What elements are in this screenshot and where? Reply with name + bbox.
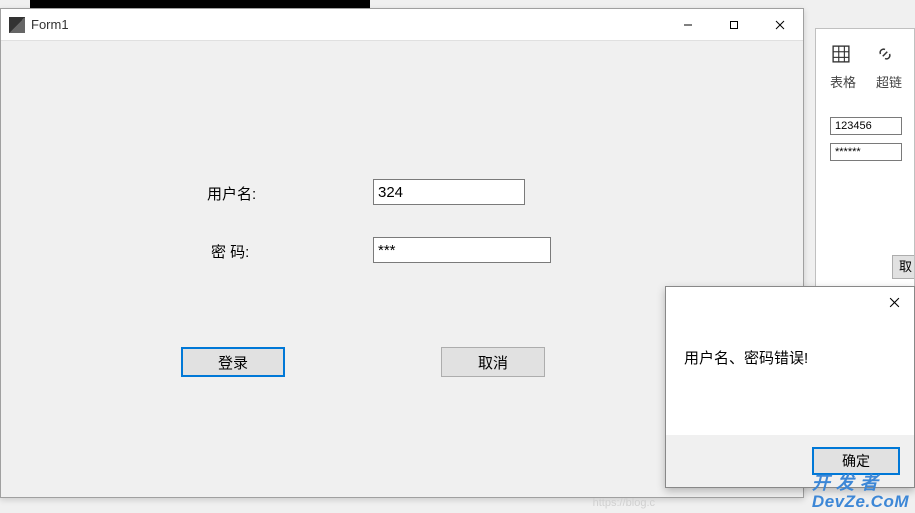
app-icon [9,17,25,33]
close-icon[interactable] [889,296,900,311]
msgbox-message: 用户名、密码错误! [666,319,914,368]
bg-partial-button[interactable]: 取 [892,255,914,279]
minimize-button[interactable] [665,9,711,41]
bg-field-2[interactable] [830,143,902,161]
ribbon-table-label[interactable]: 表格 [830,72,856,91]
ribbon-hyperlink-label[interactable]: 超链 [876,72,902,91]
faint-url-watermark: https://blog.c [593,497,655,509]
maximize-button[interactable] [711,9,757,41]
login-button[interactable]: 登录 [181,347,285,377]
cancel-button[interactable]: 取消 [441,347,545,377]
background-ribbon-panel: 表格 超链 取 [815,28,915,288]
close-button[interactable] [757,9,803,41]
username-input[interactable] [373,179,525,205]
watermark-line2: DevZe.CoM [812,493,909,511]
titlebar[interactable]: Form1 [1,9,803,41]
username-label: 用户名: [207,183,256,204]
window-title: Form1 [31,17,665,32]
password-input[interactable] [373,237,551,263]
msgbox-ok-button[interactable]: 确定 [812,447,900,475]
bg-field-1[interactable] [830,117,902,135]
password-label: 密 码: [211,241,249,262]
error-messagebox: 用户名、密码错误! 确定 [665,286,915,488]
hyperlink-icon[interactable] [876,45,894,68]
msgbox-titlebar[interactable] [666,287,914,319]
table-icon[interactable] [832,45,850,68]
